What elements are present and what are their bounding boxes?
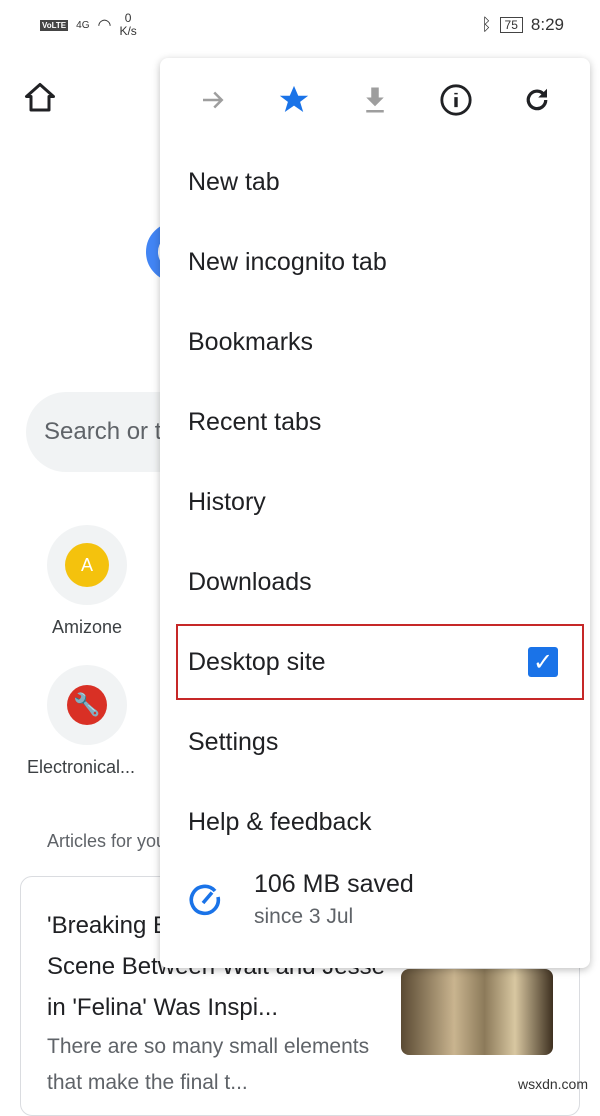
article-thumbnail <box>401 969 553 1055</box>
saved-since: since 3 Jul <box>254 905 354 928</box>
network-speed: 0 K/s <box>119 11 137 38</box>
shortcut-amizone[interactable]: A Amizone <box>27 525 147 638</box>
wrench-icon: 🔧 <box>67 685 107 725</box>
menu-item-settings[interactable]: Settings <box>160 702 590 782</box>
signal-icon: 4G <box>76 19 90 31</box>
menu-item-downloads[interactable]: Downloads <box>160 542 590 622</box>
forward-icon[interactable] <box>193 80 233 120</box>
menu-item-help-feedback[interactable]: Help & feedback <box>160 782 590 862</box>
overflow-menu: New tab New incognito tab Bookmarks Rece… <box>160 58 590 968</box>
wifi-icon: ◠ <box>97 17 112 34</box>
watermark: wsxdn.com <box>517 1076 588 1092</box>
shortcut-electronical[interactable]: 🔧 Electronical... <box>27 665 147 778</box>
articles-heading: Articles for you <box>47 831 167 851</box>
bookmark-star-icon[interactable] <box>274 80 314 120</box>
saved-amount: 106 MB saved <box>254 870 414 898</box>
battery-icon: 75 <box>499 17 523 33</box>
clock: 8:29 <box>530 15 564 34</box>
article-snippet: There are so many small elements that ma… <box>47 1035 370 1094</box>
menu-item-new-tab[interactable]: New tab <box>160 142 590 222</box>
menu-item-label: Desktop site <box>188 647 326 676</box>
volte-icon: VoLTE <box>40 19 69 31</box>
download-icon[interactable] <box>355 80 395 120</box>
info-icon[interactable] <box>436 80 476 120</box>
home-icon[interactable] <box>22 80 58 116</box>
data-saver-gauge-icon <box>189 884 221 915</box>
status-bar: VoLTE 4G ◠ 0 K/s ᛒ 75 8:29 <box>0 0 600 50</box>
shortcut-label: Electronical... <box>27 757 136 777</box>
menu-item-history[interactable]: History <box>160 462 590 542</box>
menu-item-bookmarks[interactable]: Bookmarks <box>160 302 590 382</box>
data-saver-summary[interactable]: 106 MB saved since 3 Jul <box>160 862 590 937</box>
amizone-icon: A <box>65 543 109 587</box>
menu-item-new-incognito-tab[interactable]: New incognito tab <box>160 222 590 302</box>
menu-item-recent-tabs[interactable]: Recent tabs <box>160 382 590 462</box>
shortcut-label: Amizone <box>51 617 123 637</box>
bluetooth-icon: ᛒ <box>481 15 492 34</box>
menu-icon-row <box>160 58 590 142</box>
menu-item-desktop-site[interactable]: Desktop site ✓ <box>174 622 586 702</box>
reload-icon[interactable] <box>517 80 557 120</box>
desktop-site-checkbox[interactable]: ✓ <box>528 647 558 677</box>
